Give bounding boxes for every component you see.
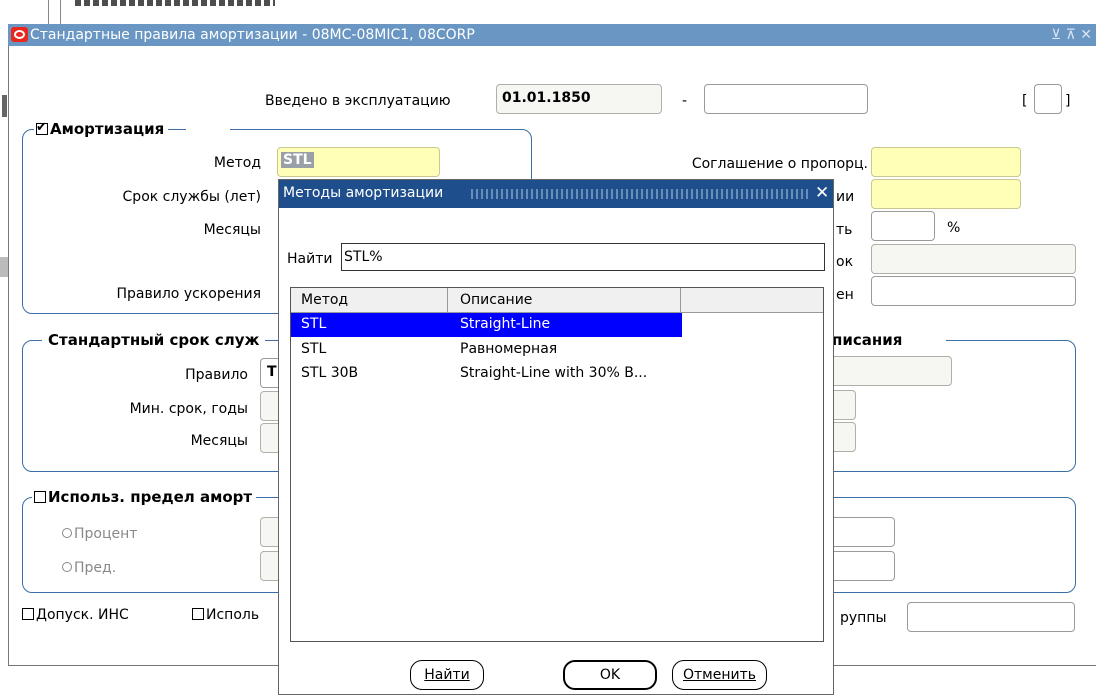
radio-icon: [62, 528, 72, 538]
partial-label: ен: [836, 287, 854, 303]
groups-partial-label: руппы: [840, 610, 887, 626]
accel-rule-label: Правило ускорения: [116, 286, 261, 302]
writeoff-field[interactable]: [822, 356, 952, 386]
partial-label: ок: [836, 254, 854, 270]
cancel-button[interactable]: Отменить: [672, 660, 767, 690]
window-title: Стандартные правила амортизации - 08MC-0…: [30, 27, 475, 43]
right-readonly-field[interactable]: [871, 244, 1076, 274]
partial-label: ии: [836, 189, 855, 205]
use-checkbox[interactable]: Исполь: [192, 607, 259, 623]
lov-find-input[interactable]: STL%: [341, 243, 825, 271]
find-button[interactable]: Найти: [410, 660, 484, 690]
main-window-titlebar[interactable]: Стандартные правила амортизации - 08MC-0…: [8, 24, 1096, 46]
method-field[interactable]: STL: [277, 147, 440, 177]
radio-icon: [62, 562, 72, 572]
bracket-open: [: [1022, 93, 1028, 109]
checkbox-unchecked-icon: [22, 608, 34, 620]
limit-amount-radio[interactable]: Пред.: [62, 560, 116, 576]
standard-life-title: Стандартный срок служ: [42, 331, 266, 349]
percent-field[interactable]: [871, 211, 935, 241]
descriptive-flexfield[interactable]: [1034, 84, 1062, 114]
checkbox-unchecked-icon: [192, 608, 204, 620]
std-months-label: Месяцы: [190, 433, 248, 449]
checkbox-unchecked-icon: [34, 491, 46, 503]
group-title-gap: [186, 128, 230, 131]
oracle-logo-icon: [11, 27, 28, 42]
checkbox-checked-icon: [36, 120, 48, 135]
background-window-edge: [48, 0, 49, 24]
percent-sign: %: [947, 220, 961, 236]
min-life-label: Мин. срок, годы: [129, 401, 248, 417]
prorate-convention-label: Соглашение о пропорц.: [691, 156, 868, 172]
rule-label: Правило: [185, 367, 248, 383]
background-window-edge: [60, 0, 61, 24]
date-range-dash: -: [682, 93, 688, 109]
in-service-label: Введено в эксплуатацию: [265, 93, 451, 109]
in-service-date-to-field[interactable]: [704, 84, 868, 114]
list-header: Метод Описание: [291, 288, 823, 313]
column-header-description[interactable]: Описание: [449, 288, 681, 312]
lov-dialog-titlebar[interactable]: Методы амортизации ✕: [279, 180, 833, 208]
allow-ins-checkbox[interactable]: Допуск. ИНС: [22, 607, 129, 623]
left-edge-fragment: [2, 95, 7, 117]
column-header-method[interactable]: Метод: [291, 288, 448, 312]
background-text-fragment: [75, 0, 275, 6]
prorate-convention-field[interactable]: [871, 147, 1021, 177]
method-label: Метод: [213, 155, 261, 171]
close-icon[interactable]: ✕: [815, 183, 829, 203]
ok-button[interactable]: OK: [563, 660, 657, 690]
right-text-field[interactable]: [871, 276, 1076, 306]
bracket-close: ]: [1065, 93, 1071, 109]
months-label: Месяцы: [203, 222, 261, 238]
list-item[interactable]: STL 30B Straight-Line with 30% B...: [291, 361, 682, 385]
window-controls-icon[interactable]: ⊻ ⊼ ✕: [1051, 24, 1092, 46]
titlebar-grip: [471, 189, 811, 199]
right-required-field[interactable]: [871, 179, 1021, 209]
writeoff-title: писания: [832, 331, 911, 349]
lov-find-label: Найти: [287, 251, 333, 267]
in-service-date-field[interactable]: 01.01.1850: [496, 84, 662, 114]
partial-label: ть: [836, 222, 853, 238]
life-years-label: Срок службы (лет): [122, 189, 261, 205]
left-edge-fragment: [0, 257, 8, 277]
group-field[interactable]: [907, 602, 1075, 632]
group-title-gap: [910, 339, 946, 342]
depreciation-checkbox[interactable]: Амортизация: [34, 120, 169, 138]
list-item[interactable]: STL Равномерная: [291, 337, 682, 361]
lov-results-list[interactable]: Метод Описание STL Straight-Line STL Рав…: [290, 287, 824, 642]
use-depreciation-limit-checkbox[interactable]: Использ. предел аморт: [32, 488, 257, 506]
list-item[interactable]: STL Straight-Line: [291, 313, 682, 337]
lov-dialog-title: Методы амортизации: [283, 185, 444, 201]
lov-dialog: Методы амортизации ✕ Найти STL% Метод Оп…: [278, 179, 834, 695]
percent-radio[interactable]: Процент: [62, 526, 137, 542]
